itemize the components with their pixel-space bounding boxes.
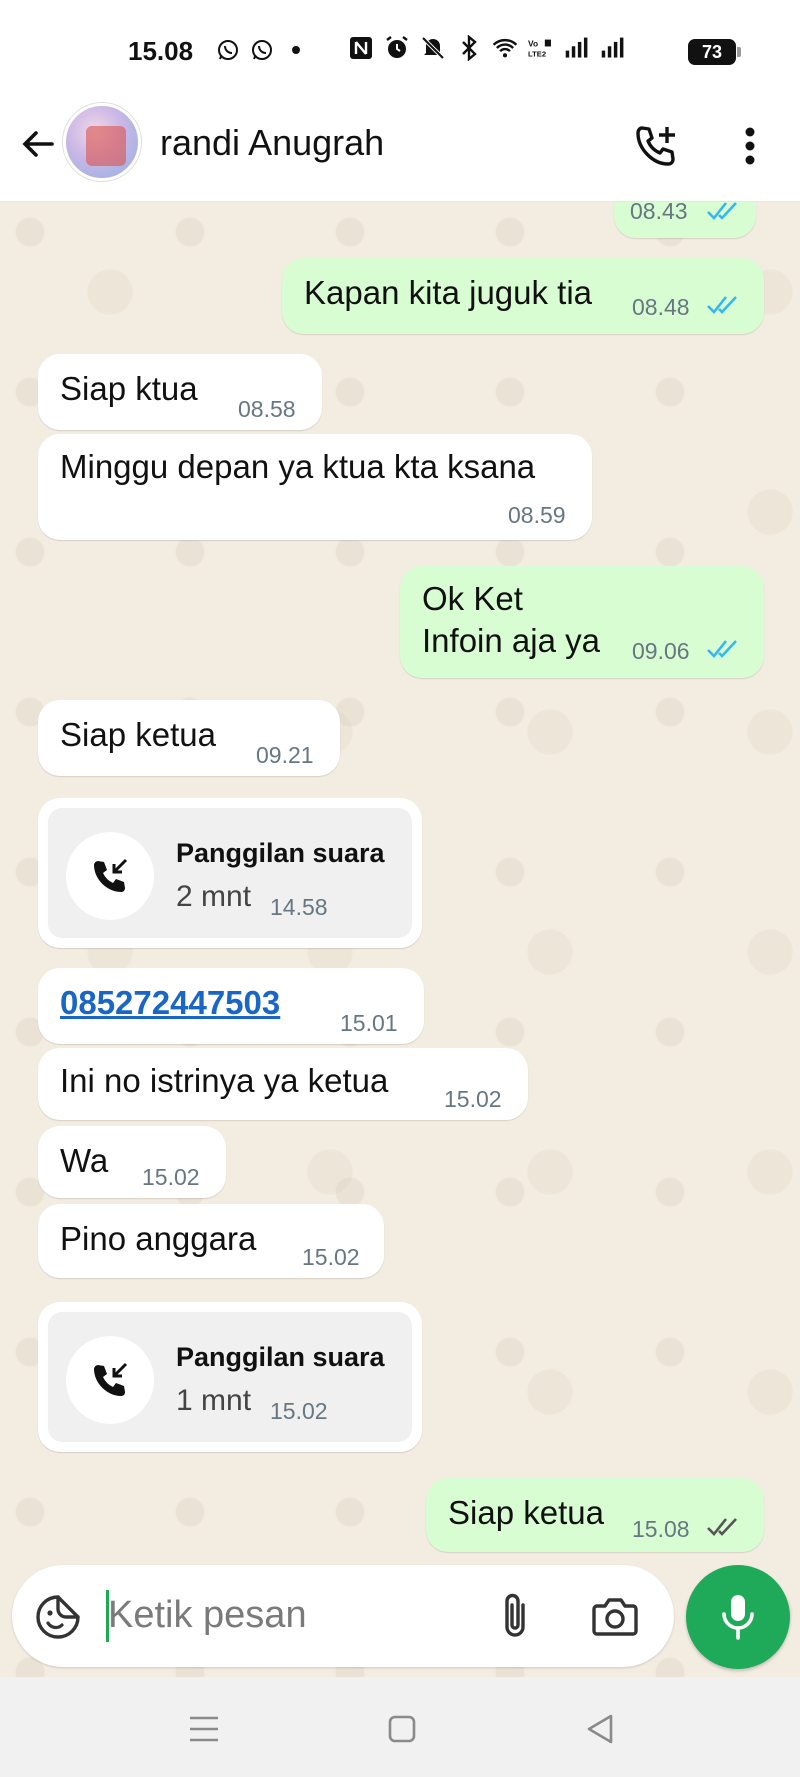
contact-name[interactable]: randi Anugrah xyxy=(160,122,384,164)
mute-icon xyxy=(420,35,446,61)
battery-indicator: 73 xyxy=(688,39,741,65)
dot-icon xyxy=(283,37,309,63)
svg-text:Vo: Vo xyxy=(528,38,538,48)
camera-icon xyxy=(592,1598,638,1636)
chat-area[interactable]: 08.43 Kapan kita juguk tia 08.48 Siap kt… xyxy=(0,202,800,1682)
avatar[interactable] xyxy=(63,103,141,181)
incoming-call-icon xyxy=(94,1362,128,1396)
message-time: 08.48 xyxy=(632,294,690,320)
voice-call-bubble[interactable]: Panggilan suara 1 mnt 15.02 xyxy=(38,1302,422,1452)
call-title: Panggilan suara xyxy=(176,1342,385,1372)
voice-call-bubble[interactable]: Panggilan suara 2 mnt 14.58 xyxy=(38,798,422,948)
message-bubble-outgoing[interactable]: 08.43 xyxy=(614,202,756,238)
call-card[interactable]: Panggilan suara 1 mnt 15.02 xyxy=(48,1312,412,1442)
bluetooth-icon xyxy=(456,35,482,61)
message-time: 09.21 xyxy=(256,742,314,768)
message-input-container[interactable] xyxy=(12,1565,674,1667)
signal-icon xyxy=(564,35,590,61)
nfc-icon xyxy=(348,35,374,61)
message-time: 15.01 xyxy=(340,1010,398,1036)
phone-number-link[interactable]: 085272447503 xyxy=(60,984,280,1022)
wifi-icon xyxy=(492,35,518,61)
back-arrow-icon xyxy=(22,131,54,157)
more-vert-icon xyxy=(745,127,755,165)
message-time: 08.58 xyxy=(238,396,296,422)
message-bubble-incoming[interactable]: 085272447503 15.01 xyxy=(38,968,424,1044)
message-bubble-incoming[interactable]: Siap ktua 08.58 xyxy=(38,354,322,430)
message-time: 15.02 xyxy=(302,1244,360,1270)
home-square-icon xyxy=(388,1715,416,1743)
message-time: 14.58 xyxy=(270,894,328,920)
add-call-button[interactable] xyxy=(628,118,684,174)
status-bar: 15.08 Vo LTE2 73 xyxy=(0,0,800,100)
attach-button[interactable] xyxy=(490,1589,540,1643)
message-composer xyxy=(0,1565,800,1677)
message-time: 15.08 xyxy=(632,1516,690,1542)
message-bubble-outgoing[interactable]: Ok Ket Infoin aja ya 09.06 xyxy=(400,566,764,678)
microphone-icon xyxy=(722,1595,754,1640)
chat-header: randi Anugrah xyxy=(0,100,800,202)
system-nav-bar xyxy=(0,1677,800,1777)
message-time: 08.59 xyxy=(508,502,566,528)
call-card[interactable]: Panggilan suara 2 mnt 14.58 xyxy=(48,808,412,938)
call-title: Panggilan suara xyxy=(176,838,385,868)
status-time: 15.08 xyxy=(128,36,194,66)
message-bubble-outgoing[interactable]: Siap ketua 15.08 xyxy=(426,1478,764,1552)
paperclip-icon xyxy=(505,1593,525,1637)
whatsapp-icon xyxy=(249,37,275,63)
recents-button[interactable] xyxy=(182,1707,226,1751)
message-text: Siap ketua xyxy=(60,716,216,753)
message-bubble-incoming[interactable]: Wa 15.02 xyxy=(38,1126,226,1198)
add-call-icon xyxy=(636,126,675,166)
message-bubble-incoming[interactable]: Siap ketua 09.21 xyxy=(38,700,340,776)
read-ticks-icon xyxy=(707,202,737,220)
system-back-button[interactable] xyxy=(578,1707,622,1751)
call-duration: 2 mnt xyxy=(176,880,252,913)
camera-button[interactable] xyxy=(588,1589,642,1643)
more-options-button[interactable] xyxy=(726,118,774,174)
message-time: 15.02 xyxy=(270,1398,328,1424)
home-button[interactable] xyxy=(380,1707,424,1751)
alarm-icon xyxy=(384,35,410,61)
message-bubble-incoming[interactable]: Minggu depan ya ktua kta ksana 08.59 xyxy=(38,434,592,540)
call-icon-circle xyxy=(66,1336,154,1424)
message-text: Siap ktua xyxy=(60,370,198,407)
volte-icon: Vo LTE2 xyxy=(528,35,554,61)
message-text: Pino anggara xyxy=(60,1220,257,1257)
read-ticks-icon xyxy=(707,296,737,314)
message-bubble-incoming[interactable]: Ini no istrinya ya ketua 15.02 xyxy=(38,1048,528,1120)
message-bubble-incoming[interactable]: Pino anggara 15.02 xyxy=(38,1204,384,1278)
read-ticks-icon xyxy=(707,640,737,658)
message-text: Kapan kita juguk tia xyxy=(304,274,593,311)
message-text: Minggu depan ya ktua kta ksana xyxy=(60,448,536,485)
message-text-line: Ok Ket xyxy=(422,580,523,617)
message-time: 08.43 xyxy=(630,202,688,224)
menu-icon xyxy=(190,1716,218,1742)
message-text: Wa xyxy=(60,1142,109,1179)
svg-text:LTE2: LTE2 xyxy=(528,49,546,58)
message-time: 15.02 xyxy=(444,1086,502,1112)
back-triangle-icon xyxy=(587,1714,613,1744)
message-bubble-outgoing[interactable]: Kapan kita juguk tia 08.48 xyxy=(282,258,764,334)
message-text: Siap ketua xyxy=(448,1494,604,1531)
emoji-sticker-icon xyxy=(36,1595,80,1639)
call-duration: 1 mnt xyxy=(176,1384,252,1417)
back-button[interactable] xyxy=(14,120,62,168)
emoji-button[interactable] xyxy=(32,1591,84,1643)
voice-record-button[interactable] xyxy=(686,1565,790,1669)
delivered-ticks-icon xyxy=(707,1518,737,1536)
incoming-call-icon xyxy=(94,858,128,892)
message-text: Ini no istrinya ya ketua xyxy=(60,1062,389,1099)
call-icon-circle xyxy=(66,832,154,920)
message-input[interactable] xyxy=(108,1587,408,1643)
message-text-line: Infoin aja ya xyxy=(422,622,600,659)
message-time: 09.06 xyxy=(632,638,690,664)
signal-icon xyxy=(600,35,626,61)
whatsapp-icon xyxy=(215,37,241,63)
avatar-photo xyxy=(86,126,126,166)
battery-level: 73 xyxy=(701,41,723,62)
message-time: 15.02 xyxy=(142,1164,200,1190)
